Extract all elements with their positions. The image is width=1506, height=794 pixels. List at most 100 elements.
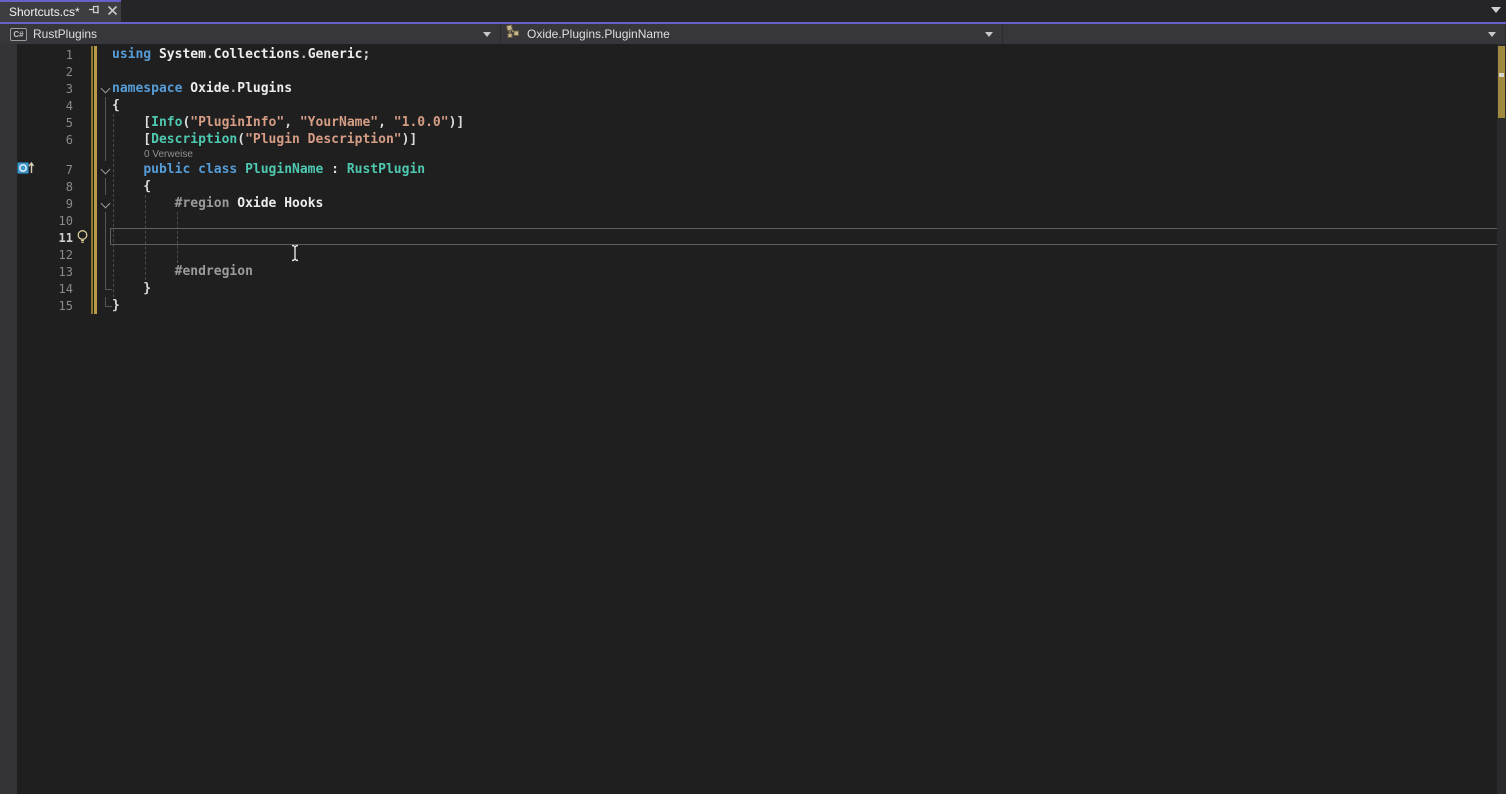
project-dropdown-label: RustPlugins bbox=[33, 27, 97, 41]
code-line[interactable]: 15} bbox=[0, 297, 1506, 314]
tab-well-overflow-icon[interactable] bbox=[1491, 7, 1501, 13]
code-text: using System.Collections.Generic; bbox=[112, 46, 370, 63]
token-s: "PluginInfo" bbox=[190, 115, 284, 130]
token-p bbox=[112, 196, 175, 211]
outline-guide bbox=[100, 97, 112, 114]
token-p: , bbox=[284, 115, 300, 130]
code-line[interactable]: 8 { bbox=[0, 178, 1506, 195]
line-number[interactable]: 6 bbox=[0, 133, 73, 147]
line-number[interactable]: 15 bbox=[0, 299, 73, 313]
project-dropdown[interactable]: C# RustPlugins bbox=[0, 24, 501, 44]
outline-guide bbox=[100, 263, 112, 280]
line-number[interactable]: 7 bbox=[0, 163, 73, 177]
outline-guide bbox=[100, 131, 112, 148]
token-p: ; bbox=[362, 47, 370, 62]
line-number[interactable]: 1 bbox=[0, 48, 73, 62]
token-pre: #endregion bbox=[175, 264, 253, 279]
token-t: Description bbox=[151, 132, 237, 147]
token-p: , bbox=[378, 115, 394, 130]
vertical-scrollbar[interactable] bbox=[1497, 44, 1506, 794]
type-dropdown-label: Oxide.Plugins.PluginName bbox=[527, 27, 670, 41]
code-lines: 1 using System.Collections.Generic; 2 3 name… bbox=[0, 46, 1506, 314]
code-line[interactable]: 3 namespace Oxide.Plugins bbox=[0, 80, 1506, 97]
code-text: public class PluginName : RustPlugin bbox=[112, 161, 425, 178]
token-k: using bbox=[112, 47, 159, 62]
code-line[interactable]: 5 [Info("PluginInfo", "YourName", "1.0.0… bbox=[0, 114, 1506, 131]
token-b: System bbox=[159, 47, 206, 62]
token-s: "YourName" bbox=[300, 115, 378, 130]
token-b: Oxide bbox=[190, 81, 229, 96]
code-line[interactable]: 1 using System.Collections.Generic; bbox=[0, 46, 1506, 63]
outline-guide bbox=[100, 280, 112, 297]
code-line[interactable]: 10 bbox=[0, 212, 1506, 229]
code-text: { bbox=[112, 178, 151, 195]
scrollbar-change-marker bbox=[1498, 46, 1505, 118]
outline-guide bbox=[100, 229, 112, 246]
token-t: Info bbox=[151, 115, 182, 130]
lightbulb-icon[interactable] bbox=[76, 229, 89, 250]
inheritance-margin-icon[interactable] bbox=[17, 161, 34, 180]
outline-guide bbox=[100, 297, 112, 314]
chevron-down-icon bbox=[483, 32, 491, 37]
line-number[interactable]: 4 bbox=[0, 99, 73, 113]
line-number[interactable]: 5 bbox=[0, 116, 73, 130]
tab-shortcuts-cs[interactable]: Shortcuts.cs* bbox=[0, 0, 121, 22]
token-p: ( bbox=[237, 132, 245, 147]
token-p bbox=[112, 264, 175, 279]
token-s: "1.0.0" bbox=[394, 115, 449, 130]
code-text: #region Oxide Hooks bbox=[112, 195, 323, 212]
collapse-chevron-icon[interactable] bbox=[100, 80, 112, 97]
code-editor[interactable]: 1 using System.Collections.Generic; 2 3 name… bbox=[0, 44, 1506, 794]
token-p: )] bbox=[449, 115, 465, 130]
code-text: } bbox=[112, 280, 151, 297]
line-number[interactable]: 9 bbox=[0, 197, 73, 211]
line-number[interactable]: 13 bbox=[0, 265, 73, 279]
code-line[interactable]: 13 #endregion bbox=[0, 263, 1506, 280]
token-d: . bbox=[206, 47, 214, 62]
code-line[interactable]: 11 bbox=[0, 229, 1506, 246]
code-line[interactable]: 12 bbox=[0, 246, 1506, 263]
code-text: [Info("PluginInfo", "YourName", "1.0.0")… bbox=[112, 114, 464, 131]
code-line[interactable]: 2 bbox=[0, 63, 1506, 80]
line-number[interactable]: 10 bbox=[0, 214, 73, 228]
line-number[interactable]: 3 bbox=[0, 82, 73, 96]
token-t: PluginName bbox=[245, 162, 323, 177]
collapse-chevron-icon[interactable] bbox=[100, 161, 112, 178]
outline-guide bbox=[100, 114, 112, 131]
token-b: Generic bbox=[308, 47, 363, 62]
type-dropdown[interactable]: Oxide.Plugins.PluginName bbox=[501, 24, 1003, 44]
line-number[interactable]: 11 bbox=[0, 231, 73, 245]
code-line[interactable]: 4{ bbox=[0, 97, 1506, 114]
line-number[interactable]: 14 bbox=[0, 282, 73, 296]
line-number[interactable]: 8 bbox=[0, 180, 73, 194]
token-k: public class bbox=[143, 162, 245, 177]
member-dropdown[interactable] bbox=[1003, 24, 1506, 44]
csharp-project-icon: C# bbox=[10, 28, 27, 41]
line-number[interactable]: 12 bbox=[0, 248, 73, 262]
token-d: . bbox=[300, 47, 308, 62]
code-line[interactable]: 6 [Description("Plugin Description")] bbox=[0, 131, 1506, 148]
pin-icon[interactable] bbox=[88, 3, 101, 21]
token-p bbox=[112, 162, 143, 177]
scrollbar-caret-marker bbox=[1499, 73, 1504, 77]
code-line[interactable]: 9 #region Oxide Hooks bbox=[0, 195, 1506, 212]
codelens-references[interactable]: 0 Verweise bbox=[144, 149, 193, 160]
line-number[interactable]: 2 bbox=[0, 65, 73, 79]
codelens-row: 0 Verweise bbox=[0, 148, 1506, 161]
class-icon bbox=[505, 24, 521, 44]
collapse-chevron-icon[interactable] bbox=[100, 195, 112, 212]
code-line[interactable]: 7 public class PluginName : RustPlugin bbox=[0, 161, 1506, 178]
token-p: [ bbox=[112, 115, 151, 130]
token-p: )] bbox=[402, 132, 418, 147]
chevron-down-icon bbox=[1488, 32, 1496, 37]
token-p: } bbox=[112, 298, 120, 313]
token-p: } bbox=[112, 281, 151, 296]
close-icon[interactable] bbox=[107, 3, 118, 21]
token-p: [ bbox=[112, 132, 151, 147]
code-text: } bbox=[112, 297, 120, 314]
code-line[interactable]: 14 } bbox=[0, 280, 1506, 297]
token-pre: #region bbox=[175, 196, 238, 211]
code-text: namespace Oxide.Plugins bbox=[112, 80, 292, 97]
token-s: "Plugin Description" bbox=[245, 132, 402, 147]
code-text: [Description("Plugin Description")] bbox=[112, 131, 417, 148]
